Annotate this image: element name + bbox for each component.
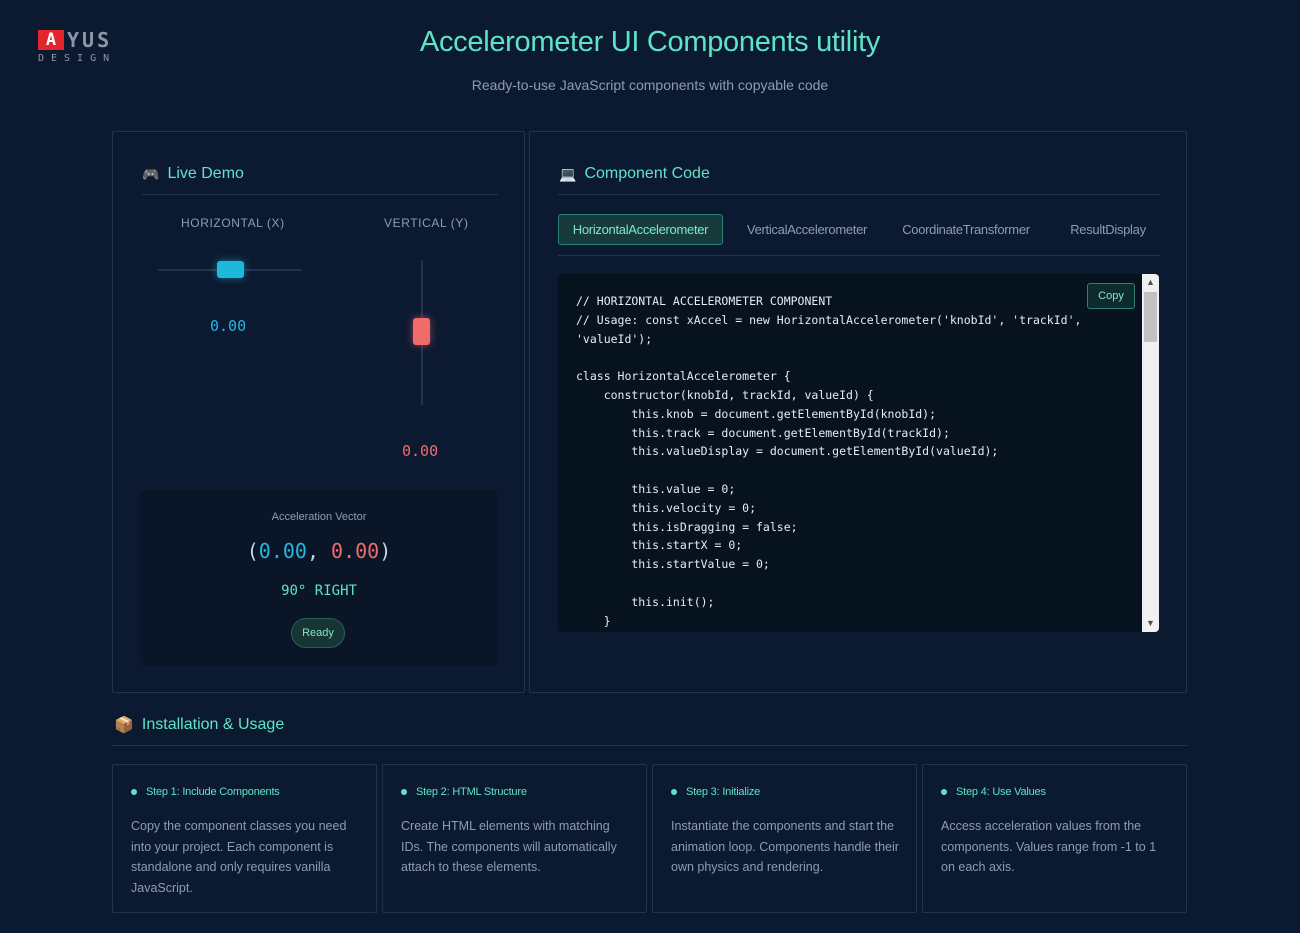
scroll-thumb[interactable]: [1144, 292, 1157, 342]
copy-button[interactable]: Copy: [1087, 283, 1135, 309]
horizontal-slider-knob[interactable]: [217, 261, 244, 278]
status-badge: Ready: [291, 618, 345, 648]
step-title: Step 3: Initialize: [671, 786, 760, 798]
tab-vertical-accelerometer[interactable]: VerticalAccelerometer: [736, 214, 878, 245]
step-description: Copy the component classes you need into…: [131, 819, 347, 895]
step-description: Create HTML elements with matching IDs. …: [401, 819, 617, 874]
divider: [558, 194, 1160, 195]
bullet-dot-icon: [941, 789, 947, 795]
page-subtitle: Ready-to-use JavaScript components with …: [471, 77, 829, 93]
step-description: Access acceleration values from the comp…: [941, 819, 1157, 874]
code-scrollbar[interactable]: ▲ ▼: [1142, 274, 1159, 632]
code-viewer[interactable]: // HORIZONTAL ACCELEROMETER COMPONENT //…: [558, 274, 1159, 632]
laptop-icon: 💻: [559, 165, 577, 182]
acceleration-vector-value: (0.00, 0.00): [140, 539, 498, 563]
code-source: // HORIZONTAL ACCELEROMETER COMPONENT //…: [576, 294, 1082, 628]
acceleration-vector-label: Acceleration Vector: [271, 511, 367, 523]
vertical-axis-label: VERTICAL (Y): [384, 216, 469, 230]
step-description: Instantiate the components and start the…: [671, 819, 899, 874]
step-card-1: Step 1: Include Components Copy the comp…: [112, 764, 377, 913]
tab-horizontal-accelerometer[interactable]: HorizontalAccelerometer: [558, 214, 723, 245]
step-title: Step 1: Include Components: [131, 786, 280, 798]
page-title: Accelerometer UI Components utility: [419, 26, 881, 58]
vertical-slider-knob[interactable]: [413, 318, 430, 345]
step-title-text: Step 4: Use Values: [956, 786, 1046, 798]
horizontal-value: 0.00: [210, 317, 247, 335]
step-title-text: Step 1: Include Components: [146, 786, 280, 798]
acceleration-vector-card: Acceleration Vector (0.00, 0.00) 90° RIG…: [140, 490, 498, 666]
vector-open-paren: (: [246, 539, 259, 563]
component-code-heading: 💻 Component Code: [559, 165, 710, 183]
live-demo-heading-text: Live Demo: [167, 165, 244, 182]
vector-close-paren: ): [379, 539, 392, 563]
installation-heading: 📦 Installation & Usage: [114, 715, 284, 735]
gamepad-icon: 🎮: [142, 165, 160, 182]
horizontal-axis-label: HORIZONTAL (X): [181, 216, 285, 230]
component-code-panel: 💻 Component Code HorizontalAccelerometer…: [529, 131, 1187, 693]
installation-heading-text: Installation & Usage: [141, 716, 285, 733]
step-card-3: Step 3: Initialize Instantiate the compo…: [652, 764, 917, 913]
tab-coordinate-transformer[interactable]: CoordinateTransformer: [892, 214, 1040, 245]
step-title-text: Step 2: HTML Structure: [416, 786, 527, 798]
bullet-dot-icon: [401, 789, 407, 795]
bullet-dot-icon: [671, 789, 677, 795]
vector-x-value: 0.00: [258, 539, 307, 563]
component-code-heading-text: Component Code: [584, 165, 710, 182]
step-title: Step 2: HTML Structure: [401, 786, 527, 798]
step-card-4: Step 4: Use Values Access acceleration v…: [922, 764, 1187, 913]
step-title: Step 4: Use Values: [941, 786, 1046, 798]
package-icon: 📦: [114, 717, 134, 734]
divider: [142, 194, 498, 195]
vector-y-value: 0.00: [331, 539, 380, 563]
scroll-up-arrow-icon[interactable]: ▲: [1142, 274, 1159, 291]
direction-readout: 90° RIGHT: [281, 583, 357, 599]
live-demo-heading: 🎮 Live Demo: [142, 165, 244, 183]
vertical-value: 0.00: [402, 442, 439, 460]
live-demo-panel: 🎮 Live Demo HORIZONTAL (X) VERTICAL (Y) …: [112, 131, 525, 693]
step-title-text: Step 3: Initialize: [686, 786, 761, 798]
vector-separator: ,: [306, 539, 332, 563]
component-tabs: HorizontalAccelerometer VerticalAccelero…: [558, 214, 1160, 256]
step-card-2: Step 2: HTML Structure Create HTML eleme…: [382, 764, 647, 913]
divider: [112, 745, 1188, 746]
bullet-dot-icon: [131, 789, 137, 795]
tab-result-display[interactable]: ResultDisplay: [1055, 214, 1161, 245]
scroll-down-arrow-icon[interactable]: ▼: [1142, 615, 1159, 632]
